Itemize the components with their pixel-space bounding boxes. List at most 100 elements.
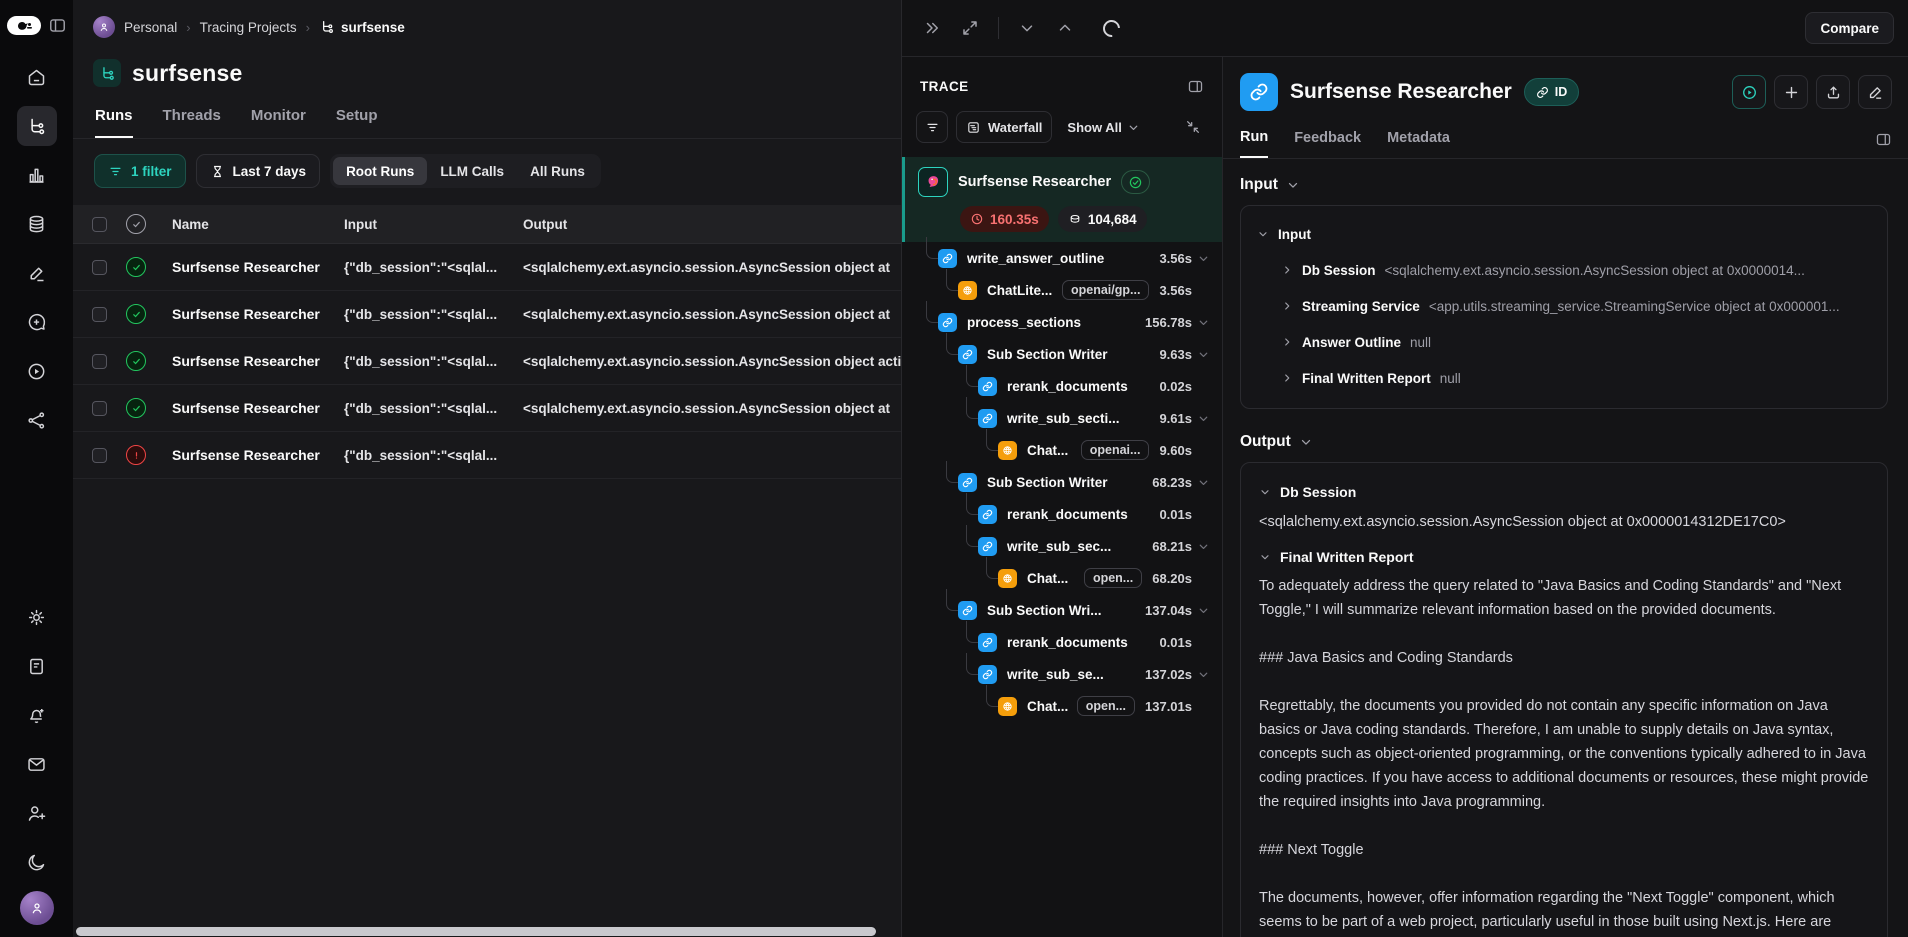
prompts-icon[interactable] (17, 302, 57, 342)
token-count-badge: 104,684 (1058, 206, 1147, 232)
input-field-row[interactable]: Streaming Service <app.utils.streaming_s… (1257, 288, 1871, 324)
table-header-row: Name Input Output (73, 205, 901, 244)
annotation-icon[interactable] (17, 253, 57, 293)
tracing-projects-icon[interactable] (17, 106, 57, 146)
table-row[interactable]: Surfsense Researcher {"db_session":"<sql… (73, 432, 901, 479)
segment-llm-calls[interactable]: LLM Calls (427, 157, 517, 185)
trace-span-row[interactable]: rerank_documents0.02s (902, 370, 1222, 402)
row-checkbox[interactable] (92, 354, 107, 369)
trace-tree-icon (319, 19, 335, 35)
user-avatar[interactable] (20, 891, 54, 925)
column-name[interactable]: Name (172, 217, 344, 232)
home-icon[interactable] (17, 57, 57, 97)
tab-setup[interactable]: Setup (336, 107, 378, 138)
trace-span-row[interactable]: Sub Section Writer68.23s (902, 466, 1222, 498)
waterfall-icon (966, 120, 981, 135)
invite-user-icon[interactable] (17, 793, 57, 833)
waterfall-button[interactable]: Waterfall (956, 111, 1052, 143)
tab-runs[interactable]: Runs (95, 107, 133, 138)
trace-span-row[interactable]: Chat...open...137.01s (902, 690, 1222, 722)
row-checkbox[interactable] (92, 448, 107, 463)
trace-span-row[interactable]: write_sub_sec...68.21s (902, 530, 1222, 562)
output-report-row[interactable]: Final Written Report (1259, 540, 1869, 574)
expand-fullscreen-icon[interactable] (954, 12, 986, 44)
tab-threads[interactable]: Threads (163, 107, 221, 138)
input-section-header[interactable]: Input (1240, 176, 1888, 194)
table-row[interactable]: Surfsense Researcher {"db_session":"<sql… (73, 291, 901, 338)
breadcrumb-project[interactable]: surfsense (319, 19, 405, 35)
table-row[interactable]: Surfsense Researcher {"db_session":"<sql… (73, 385, 901, 432)
run-id-badge[interactable]: ID (1524, 78, 1580, 106)
annotate-button[interactable] (1858, 75, 1892, 109)
breadcrumb-org[interactable]: Personal (124, 20, 177, 35)
status-column-icon[interactable] (126, 214, 146, 234)
playground-icon[interactable] (17, 351, 57, 391)
add-to-dataset-button[interactable] (1774, 75, 1808, 109)
select-all-checkbox[interactable] (92, 217, 107, 232)
breadcrumb-section[interactable]: Tracing Projects (200, 20, 297, 35)
trace-span-row[interactable]: Sub Section Wri...137.04s (902, 594, 1222, 626)
trace-filter-button[interactable] (916, 111, 948, 143)
output-db-session-row[interactable]: Db Session (1259, 475, 1869, 509)
date-range-chip[interactable]: Last 7 days (196, 154, 321, 188)
table-row[interactable]: Surfsense Researcher {"db_session":"<sql… (73, 244, 901, 291)
theme-toggle-icon[interactable] (17, 842, 57, 882)
collapse-all-icon[interactable] (1178, 111, 1208, 143)
sidebar-collapse-icon[interactable] (48, 16, 67, 35)
tab-metadata[interactable]: Metadata (1387, 130, 1450, 157)
trace-span-row[interactable]: Sub Section Writer9.63s (902, 338, 1222, 370)
column-input[interactable]: Input (344, 217, 523, 232)
trace-root-span[interactable]: Surfsense Researcher 160.35s 104,684 (902, 157, 1222, 242)
chevron-right-icon: › (186, 20, 190, 35)
tab-run[interactable]: Run (1240, 129, 1268, 158)
segment-root-runs[interactable]: Root Runs (333, 157, 427, 185)
chain-icon (958, 345, 977, 364)
show-all-dropdown[interactable]: Show All (1060, 111, 1146, 143)
docs-icon[interactable] (17, 646, 57, 686)
langsmith-logo-icon[interactable] (7, 16, 41, 35)
prev-run-chevron-up-icon[interactable] (1049, 12, 1081, 44)
dashboards-icon[interactable] (17, 155, 57, 195)
segment-all-runs[interactable]: All Runs (517, 157, 598, 185)
input-root-row[interactable]: Input (1257, 216, 1871, 252)
side-panel-toggle-icon[interactable] (1875, 131, 1892, 156)
open-in-playground-button[interactable] (1732, 75, 1766, 109)
table-row[interactable]: Surfsense Researcher {"db_session":"<sql… (73, 338, 901, 385)
collapse-panel-icon[interactable] (916, 12, 948, 44)
icon-sidebar (0, 0, 73, 937)
output-card: Db Session <sqlalchemy.ext.asyncio.sessi… (1240, 462, 1888, 937)
row-checkbox[interactable] (92, 260, 107, 275)
row-checkbox[interactable] (92, 401, 107, 416)
filter-count-chip[interactable]: 1 filter (94, 154, 186, 188)
input-field-row[interactable]: Answer Outline null (1257, 324, 1871, 360)
run-detail-content[interactable]: Input Input Db Session <sqlalchemy.ext.a… (1223, 159, 1908, 937)
trace-span-row[interactable]: ChatLite...openai/gp...3.56s (902, 274, 1222, 306)
tab-monitor[interactable]: Monitor (251, 107, 306, 138)
trace-span-row[interactable]: write_sub_secti...9.61s (902, 402, 1222, 434)
hourglass-icon (210, 164, 225, 179)
deployments-icon[interactable] (17, 400, 57, 440)
compare-button[interactable]: Compare (1805, 12, 1894, 44)
settings-icon[interactable] (17, 597, 57, 637)
next-run-chevron-down-icon[interactable] (1011, 12, 1043, 44)
input-field-row[interactable]: Final Written Report null (1257, 360, 1871, 396)
row-checkbox[interactable] (92, 307, 107, 322)
datasets-icon[interactable] (17, 204, 57, 244)
mail-icon[interactable] (17, 744, 57, 784)
chain-icon (978, 537, 997, 556)
org-avatar[interactable] (93, 16, 115, 38)
tab-feedback[interactable]: Feedback (1294, 130, 1361, 157)
output-section-header[interactable]: Output (1240, 433, 1888, 451)
chain-icon (938, 249, 957, 268)
input-field-row[interactable]: Db Session <sqlalchemy.ext.asyncio.sessi… (1257, 252, 1871, 288)
trace-panel-toggle-icon[interactable] (1182, 73, 1208, 99)
trace-span-row[interactable]: rerank_documents0.01s (902, 498, 1222, 530)
run-detail-panel: Surfsense Researcher ID Run Feedback (1223, 57, 1908, 937)
notifications-icon[interactable] (17, 695, 57, 735)
chevron-down-icon (1259, 551, 1271, 563)
horizontal-scrollbar[interactable] (76, 927, 876, 936)
trace-span-row[interactable]: rerank_documents0.01s (902, 626, 1222, 658)
column-output[interactable]: Output (523, 217, 901, 232)
trace-span-row[interactable]: write_sub_se...137.02s (902, 658, 1222, 690)
share-button[interactable] (1816, 75, 1850, 109)
